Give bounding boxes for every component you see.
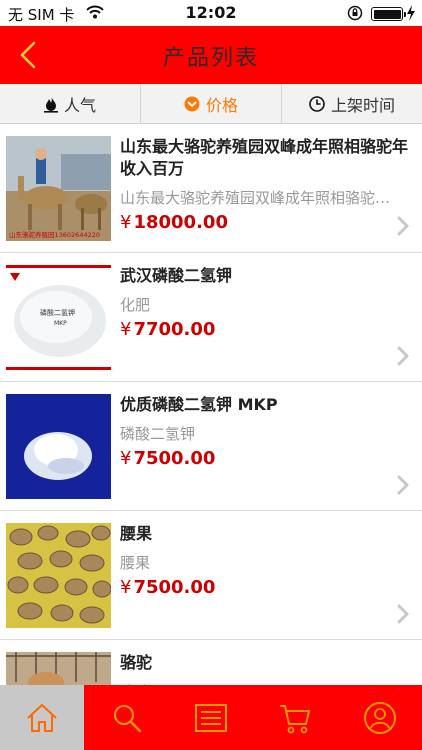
product-title: 腰果 (120, 524, 153, 543)
product-image-camel-fence (6, 652, 111, 685)
tab-user[interactable] (338, 685, 422, 750)
product-price: ¥7700.00 (120, 319, 215, 340)
product-row[interactable]: 山东骆驼养殖园13602644220 山东最大骆驼养殖园双峰成年照相骆驼年收入百… (0, 124, 422, 253)
product-price: ¥18000.00 (120, 212, 228, 233)
clock-icon (309, 95, 325, 112)
product-row[interactable]: 磷酸二氢钾 MKP 武汉磷酸二氢钾 化肥 ¥7700.00 (0, 253, 422, 382)
nav-bar: 产品列表 (0, 26, 422, 84)
product-subtitle: 磷酸二氢钾 (120, 425, 196, 443)
sort-popularity-tab[interactable]: 人气 (0, 84, 141, 123)
product-image-cashew (6, 523, 111, 628)
product-price: ¥7500.00 (120, 448, 215, 469)
currency-symbol: ¥ (120, 577, 132, 598)
product-price: ¥7500.00 (120, 577, 215, 598)
rotation-lock-icon (347, 5, 363, 21)
flame-icon (43, 95, 58, 113)
sort-price-tab[interactable]: 价格 (141, 84, 282, 123)
currency-symbol: ¥ (120, 319, 132, 340)
product-subtitle: 山东最大骆驼养殖园双峰成年照相骆驼年收入百万 (120, 189, 395, 207)
product-title: 山东最大骆驼养殖园双峰成年照相骆驼年收入百万 (120, 137, 409, 178)
sort-popularity-label: 人气 (63, 95, 96, 115)
product-title: 骆驼 (120, 653, 153, 672)
product-subtitle: 化肥 (120, 296, 151, 314)
search-icon (113, 704, 141, 732)
cart-icon (280, 704, 311, 733)
product-list: 山东骆驼养殖园13602644220 山东最大骆驼养殖园双峰成年照相骆驼年收入百… (0, 124, 422, 685)
product-row[interactable]: 骆驼 骆驼 (0, 640, 422, 685)
status-bar: 无 SIM 卡 12:02 (0, 0, 422, 26)
chevron-right-icon (397, 216, 409, 236)
currency-symbol: ¥ (120, 212, 132, 233)
user-icon (363, 701, 396, 734)
page-title: 产品列表 (162, 46, 259, 71)
product-row[interactable]: 腰果 腰果 ¥7500.00 (0, 511, 422, 640)
price-value: 7700.00 (133, 319, 216, 340)
list-icon (195, 703, 228, 732)
currency-symbol: ¥ (120, 448, 132, 469)
tab-search[interactable] (84, 685, 168, 750)
home-icon (27, 703, 57, 732)
product-title: 优质磷酸二氢钾 MKP (120, 395, 278, 414)
battery-icon (371, 7, 406, 21)
fertilizer-label: 磷酸二氢钾 (40, 308, 75, 317)
sort-listing-time-tab[interactable]: 上架时间 (282, 84, 422, 123)
product-image-fertilizer: 磷酸二氢钾 MKP (6, 265, 111, 370)
bottom-tab-bar (0, 685, 422, 750)
sort-bar: 人气 价格 上架时间 (0, 84, 422, 124)
tab-home[interactable] (0, 685, 85, 750)
price-value: 7500.00 (133, 577, 216, 598)
sort-price-label: 价格 (205, 95, 238, 115)
chevron-circle-down-icon (184, 96, 200, 112)
charging-icon (407, 5, 415, 21)
price-value: 18000.00 (133, 212, 228, 233)
product-row[interactable]: 优质磷酸二氢钾 MKP 磷酸二氢钾 ¥7500.00 (0, 382, 422, 511)
sort-listing-time-label: 上架时间 (330, 95, 395, 115)
chevron-right-icon (397, 604, 409, 624)
chevron-right-icon (397, 475, 409, 495)
price-value: 7500.00 (133, 448, 216, 469)
product-image-crystal (6, 394, 111, 499)
product-image-camel: 山东骆驼养殖园13602644220 (6, 136, 111, 241)
product-title: 武汉磷酸二氢钾 (120, 266, 233, 285)
chevron-right-icon (397, 346, 409, 366)
tab-list[interactable] (169, 685, 253, 750)
product-subtitle: 腰果 (120, 554, 151, 572)
fertilizer-sublabel: MKP (54, 320, 67, 327)
camel-photo-caption: 山东骆驼养殖园13602644220 (9, 230, 100, 239)
tab-cart[interactable] (253, 685, 337, 750)
